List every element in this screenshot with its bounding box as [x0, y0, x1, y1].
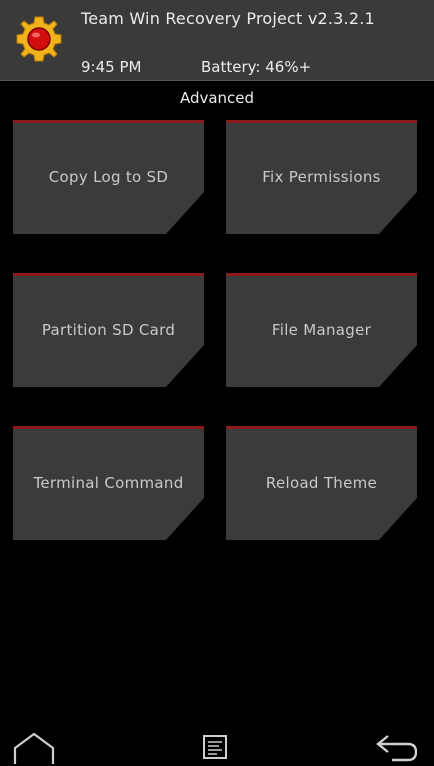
partition-sd-card-button[interactable]: Partition SD Card	[13, 273, 204, 387]
back-arrow-icon[interactable]	[374, 730, 420, 766]
tile-label: Reload Theme	[265, 474, 378, 492]
terminal-command-button[interactable]: Terminal Command	[13, 426, 204, 540]
page-title: Advanced	[179, 89, 255, 107]
app-title: Team Win Recovery Project v2.3.2.1	[81, 9, 375, 28]
tile-label: Copy Log to SD	[48, 168, 169, 186]
clock-time: 9:45 PM	[81, 58, 142, 76]
tile-label: Fix Permissions	[262, 168, 381, 186]
header-bar: Team Win Recovery Project v2.3.2.1 9:45 …	[0, 0, 434, 81]
fix-permissions-button[interactable]: Fix Permissions	[226, 120, 417, 234]
home-icon[interactable]	[12, 730, 56, 766]
copy-log-to-sd-button[interactable]: Copy Log to SD	[13, 120, 204, 234]
reload-theme-button[interactable]: Reload Theme	[226, 426, 417, 540]
file-manager-button[interactable]: File Manager	[226, 273, 417, 387]
tile-label: Terminal Command	[33, 474, 184, 492]
battery-status: Battery: 46%+	[201, 58, 312, 76]
tile-label: File Manager	[271, 321, 372, 339]
recovery-screen: Team Win Recovery Project v2.3.2.1 9:45 …	[0, 0, 434, 766]
tile-label: Partition SD Card	[41, 321, 176, 339]
twrp-gear-logo-icon	[16, 16, 62, 62]
console-log-icon[interactable]	[199, 730, 233, 766]
